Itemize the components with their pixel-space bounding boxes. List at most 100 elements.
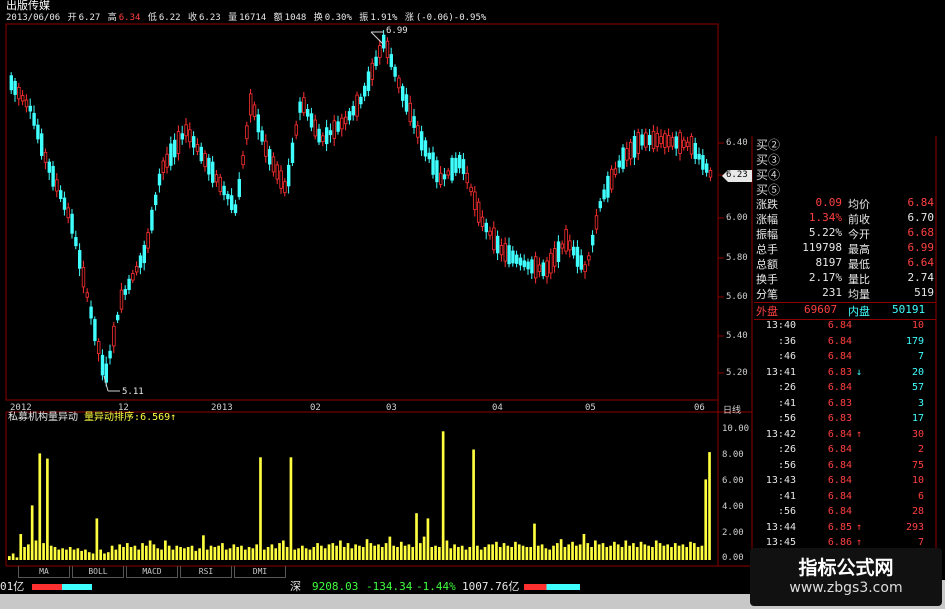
indicator-bar bbox=[594, 540, 597, 560]
candle bbox=[59, 190, 63, 199]
candle bbox=[705, 163, 709, 173]
candle bbox=[397, 77, 401, 89]
indicator-bar bbox=[209, 545, 213, 560]
stat-label: 量比 bbox=[848, 273, 870, 286]
candle bbox=[651, 130, 656, 150]
indicator-header: 私募机构量异动 量异动排序:6.569↑ bbox=[8, 412, 176, 424]
candle bbox=[340, 117, 344, 130]
indicator-bar bbox=[498, 547, 502, 560]
indicator-bar bbox=[673, 543, 677, 560]
volume-bars bbox=[8, 431, 711, 560]
indicator-bar bbox=[323, 548, 327, 560]
candle bbox=[131, 273, 135, 281]
candle bbox=[256, 114, 260, 133]
candle bbox=[522, 260, 526, 268]
tab-boll[interactable]: BOLL bbox=[72, 566, 124, 578]
stat-value: 6.99 bbox=[907, 241, 935, 254]
indicator-bar bbox=[278, 543, 281, 560]
indicator-bar bbox=[213, 547, 217, 560]
tab-macd[interactable]: MACD bbox=[126, 566, 178, 578]
candle bbox=[438, 172, 443, 185]
candle bbox=[553, 248, 557, 267]
candle bbox=[51, 165, 55, 187]
candle bbox=[389, 54, 393, 68]
candle bbox=[116, 314, 120, 321]
trade-price: 6.86 bbox=[827, 537, 852, 548]
indicator-bar bbox=[106, 552, 110, 560]
candle bbox=[43, 151, 48, 163]
candle bbox=[203, 153, 207, 168]
indicator-bar bbox=[666, 544, 669, 560]
stat-label: 前收 bbox=[848, 213, 870, 226]
indicator-bar bbox=[160, 549, 163, 560]
tab-ma[interactable]: MA bbox=[18, 566, 70, 578]
candle bbox=[457, 154, 462, 169]
stat-label: 均量 bbox=[848, 288, 870, 301]
indicator-bar bbox=[567, 544, 571, 560]
indicator-bar bbox=[708, 452, 711, 560]
trade-row: :26 6.84 57 bbox=[754, 382, 936, 397]
indicator-bar bbox=[247, 547, 251, 560]
candle bbox=[347, 111, 352, 121]
trade-row: 13:43 6.84 10 bbox=[754, 475, 936, 490]
trade-volume: 10 bbox=[911, 320, 924, 331]
candle bbox=[568, 240, 572, 251]
candle bbox=[123, 289, 127, 295]
candle bbox=[378, 45, 382, 58]
candle bbox=[260, 130, 264, 142]
candle bbox=[237, 179, 241, 197]
trade-direction-icon: ↑ bbox=[856, 428, 863, 440]
indicator-bar bbox=[198, 548, 201, 560]
indicator-bar bbox=[164, 540, 167, 560]
inner-label: 内盘 bbox=[848, 305, 870, 318]
candle bbox=[575, 246, 580, 267]
candle bbox=[659, 135, 663, 145]
indicator-bar bbox=[217, 545, 220, 560]
trade-row: :56 6.84 75 bbox=[754, 460, 936, 475]
indicator-bar bbox=[304, 548, 308, 560]
candle bbox=[416, 125, 420, 138]
candle bbox=[180, 133, 184, 140]
indicator-bar bbox=[426, 518, 430, 560]
price-tick: 5.20 bbox=[726, 368, 748, 378]
trade-price: 6.84 bbox=[827, 320, 852, 331]
candle bbox=[97, 341, 101, 354]
candlesticks bbox=[9, 30, 713, 387]
indicator-bar bbox=[651, 547, 654, 560]
trade-volume: 57 bbox=[911, 382, 924, 393]
candle bbox=[336, 121, 340, 132]
indicator-bar bbox=[103, 553, 106, 560]
indicator-bar bbox=[578, 544, 582, 560]
indicator-bar bbox=[422, 536, 426, 560]
indicator-bar bbox=[34, 540, 38, 560]
candle bbox=[617, 160, 621, 168]
tab-dmi[interactable]: DMI bbox=[234, 566, 286, 578]
indicator-bar bbox=[346, 543, 350, 560]
candle bbox=[435, 160, 439, 183]
candle bbox=[484, 222, 488, 233]
trade-row: :36 6.84 179 bbox=[754, 336, 936, 351]
indicator-bar bbox=[464, 549, 468, 560]
candle bbox=[252, 104, 257, 117]
candle bbox=[678, 132, 682, 154]
candle bbox=[549, 252, 553, 274]
trade-row: :56 6.83 17 bbox=[754, 413, 936, 428]
candle bbox=[385, 40, 390, 59]
price-tick: 5.40 bbox=[726, 331, 748, 341]
candle bbox=[351, 105, 355, 116]
indicator-bar bbox=[331, 543, 335, 560]
candle bbox=[526, 261, 530, 270]
candle bbox=[511, 250, 515, 264]
indicator-bar bbox=[434, 545, 437, 560]
indicator-bar bbox=[506, 545, 510, 560]
indicator-bar bbox=[183, 548, 186, 560]
indicator-bar bbox=[654, 540, 658, 560]
candle bbox=[515, 254, 519, 264]
candle bbox=[176, 131, 181, 154]
candle bbox=[226, 193, 230, 200]
candle bbox=[708, 170, 713, 178]
candle bbox=[545, 260, 549, 278]
tab-rsi[interactable]: RSI bbox=[180, 566, 232, 578]
candle bbox=[644, 132, 648, 148]
indicator-bar bbox=[57, 549, 61, 560]
